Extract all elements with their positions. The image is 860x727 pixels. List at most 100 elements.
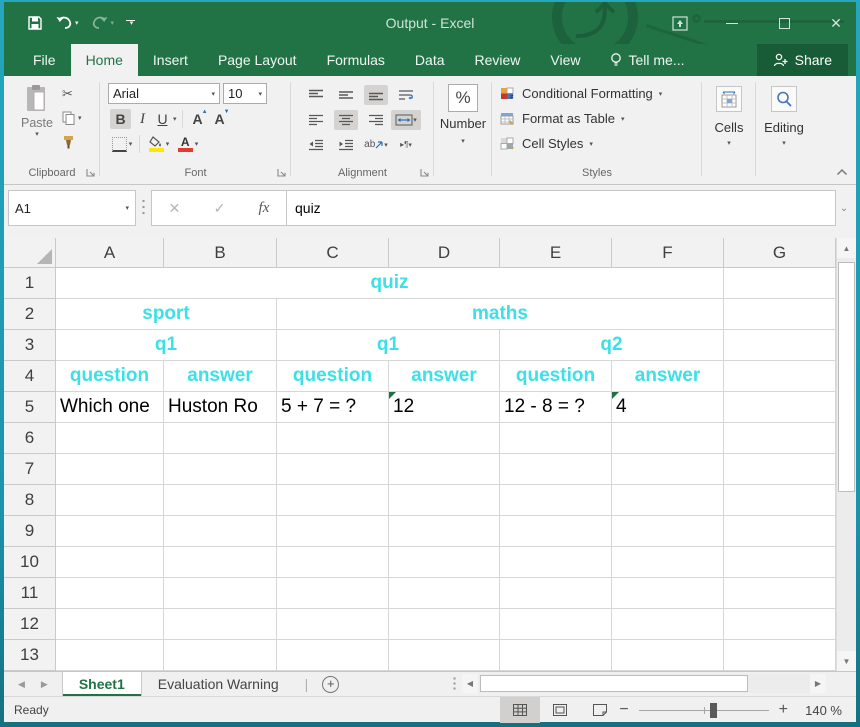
align-middle-button[interactable] (334, 85, 358, 105)
column-header-A[interactable]: A (56, 238, 164, 268)
fill-color-button[interactable]: ▾ (145, 134, 173, 154)
cell-r5c6[interactable]: 4 (612, 392, 724, 423)
cell-r6c7[interactable] (724, 423, 836, 454)
row-header-7[interactable]: 7 (4, 454, 56, 485)
cell-r8c3[interactable] (277, 485, 389, 516)
column-header-G[interactable]: G (724, 238, 836, 268)
row-header-8[interactable]: 8 (4, 485, 56, 516)
cell-r7c1[interactable] (56, 454, 164, 485)
formula-bar-grip[interactable] (142, 198, 145, 218)
paste-button[interactable]: Paste ▾ (14, 84, 60, 138)
cell-r9c4[interactable] (389, 516, 500, 547)
clipboard-dialog-launcher[interactable] (86, 168, 97, 179)
cell-r6c1[interactable] (56, 423, 164, 454)
cell-r8c2[interactable] (164, 485, 277, 516)
ribbon-display-options-icon[interactable] (666, 10, 694, 36)
italic-button[interactable]: I (133, 109, 152, 129)
cell-r13c3[interactable] (277, 640, 389, 671)
cell-r3c7[interactable] (724, 330, 836, 361)
number-format-button[interactable]: % Number ▾ (434, 84, 492, 145)
confirm-entry-icon[interactable]: ✓ (214, 200, 226, 217)
cell-r5c4[interactable]: 12 (389, 392, 500, 423)
page-layout-view-button[interactable] (540, 697, 580, 723)
decrease-indent-button[interactable] (304, 135, 328, 155)
cell-r4c5[interactable]: question (500, 361, 612, 392)
cell-r3c3[interactable]: q1 (277, 330, 500, 361)
cell-r12c2[interactable] (164, 609, 277, 640)
cell-r10c7[interactable] (724, 547, 836, 578)
scroll-down-icon[interactable]: ▼ (837, 651, 856, 671)
text-direction-button[interactable]: ▸¶▾ (394, 135, 418, 155)
font-color-button[interactable]: A ▾ (175, 134, 201, 154)
cell-r9c5[interactable] (500, 516, 612, 547)
cell-r11c4[interactable] (389, 578, 500, 609)
sheet-prev-icon[interactable]: ◀ (18, 679, 25, 690)
cell-r8c5[interactable] (500, 485, 612, 516)
formula-input[interactable]: quiz (287, 190, 836, 226)
cell-r13c4[interactable] (389, 640, 500, 671)
cell-r7c4[interactable] (389, 454, 500, 485)
cell-r7c6[interactable] (612, 454, 724, 485)
vertical-scrollbar[interactable]: ▲ ▼ (836, 238, 856, 671)
cell-r6c5[interactable] (500, 423, 612, 454)
horizontal-scrollbar[interactable]: ◀ ▶ (462, 674, 826, 693)
cell-r11c6[interactable] (612, 578, 724, 609)
cell-r10c4[interactable] (389, 547, 500, 578)
insert-function-icon[interactable]: fx (259, 200, 270, 217)
cell-r4c6[interactable]: answer (612, 361, 724, 392)
cell-r9c3[interactable] (277, 516, 389, 547)
tab-page-layout[interactable]: Page Layout (203, 44, 312, 76)
sheet-tab-sheet1[interactable]: Sheet1 (62, 672, 142, 696)
cancel-entry-icon[interactable]: ✕ (169, 200, 181, 217)
underline-dropdown-icon[interactable]: ▾ (173, 115, 177, 123)
shrink-font-button[interactable]: A▼ (210, 109, 230, 129)
cell-r12c1[interactable] (56, 609, 164, 640)
share-button[interactable]: Share (757, 44, 848, 76)
cell-r7c7[interactable] (724, 454, 836, 485)
column-header-B[interactable]: B (164, 238, 277, 268)
maximize-button[interactable] (770, 10, 798, 36)
editing-button[interactable]: Editing ▾ (756, 86, 812, 147)
new-sheet-button[interactable]: + (322, 676, 339, 693)
cell-r5c3[interactable]: 5 + 7 = ? (277, 392, 389, 423)
cell-styles-button[interactable]: Cell Styles▾ (492, 131, 702, 156)
cell-r6c3[interactable] (277, 423, 389, 454)
increase-indent-button[interactable] (334, 135, 358, 155)
tab-data[interactable]: Data (400, 44, 460, 76)
row-header-6[interactable]: 6 (4, 423, 56, 454)
column-header-C[interactable]: C (277, 238, 389, 268)
cell-r3c1[interactable]: q1 (56, 330, 277, 361)
cell-r11c7[interactable] (724, 578, 836, 609)
cell-r2c3[interactable]: maths (277, 299, 724, 330)
tab-file[interactable]: File (18, 44, 71, 76)
row-header-12[interactable]: 12 (4, 609, 56, 640)
expand-formula-bar-icon[interactable]: ⌄ (836, 190, 852, 226)
cell-r12c3[interactable] (277, 609, 389, 640)
cell-r9c6[interactable] (612, 516, 724, 547)
cell-r13c6[interactable] (612, 640, 724, 671)
sheet-tab-evaluation-warning[interactable]: Evaluation Warning (142, 672, 295, 696)
cell-r11c5[interactable] (500, 578, 612, 609)
align-bottom-button[interactable] (364, 85, 388, 105)
row-header-4[interactable]: 4 (4, 361, 56, 392)
tab-review[interactable]: Review (460, 44, 536, 76)
cell-r13c7[interactable] (724, 640, 836, 671)
cell-r8c6[interactable] (612, 485, 724, 516)
grow-font-button[interactable]: A▲ (188, 109, 208, 129)
cell-r4c4[interactable]: answer (389, 361, 500, 392)
collapse-ribbon-icon[interactable] (836, 168, 848, 176)
underline-button[interactable]: U (154, 109, 171, 129)
tab-formulas[interactable]: Formulas (312, 44, 400, 76)
scroll-right-icon[interactable]: ▶ (810, 674, 826, 693)
format-painter-button[interactable] (60, 132, 90, 151)
cell-r1c7[interactable] (724, 268, 836, 299)
cell-r4c7[interactable] (724, 361, 836, 392)
cell-r4c1[interactable]: question (56, 361, 164, 392)
cell-r10c5[interactable] (500, 547, 612, 578)
cell-r7c3[interactable] (277, 454, 389, 485)
alignment-dialog-launcher[interactable] (420, 168, 431, 179)
cell-r3c5[interactable]: q2 (500, 330, 724, 361)
cut-button[interactable]: ✂ (60, 84, 90, 103)
cell-r10c6[interactable] (612, 547, 724, 578)
bold-button[interactable]: B (110, 109, 131, 129)
